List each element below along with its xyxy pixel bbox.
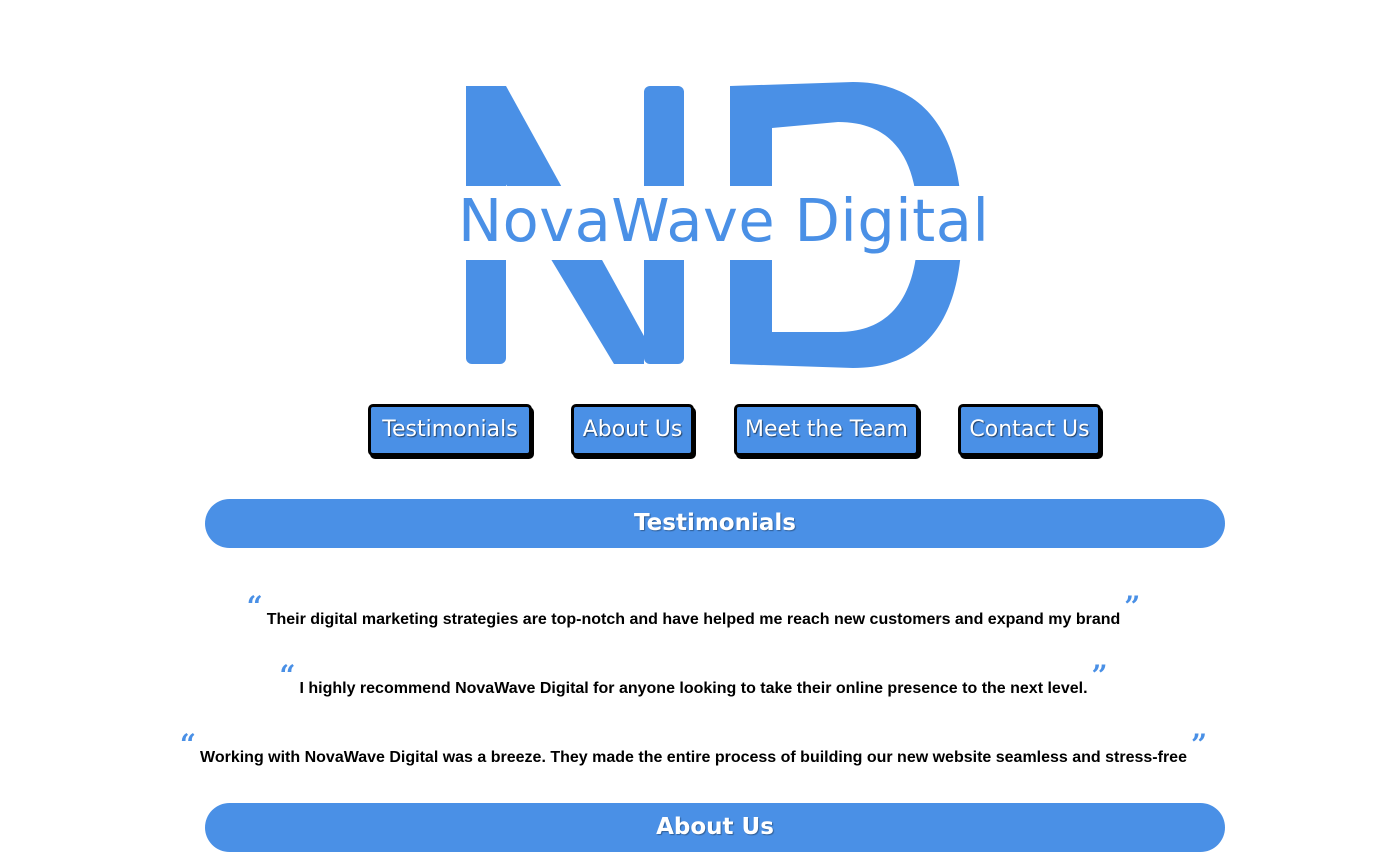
close-quote-icon: ”: [1124, 590, 1141, 623]
testimonial-item: “Working with NovaWave Digital was a bre…: [0, 728, 1387, 769]
testimonial-text: Their digital marketing strategies are t…: [266, 611, 1121, 628]
page: NovaWave Digital Testimonials About Us M…: [0, 0, 1387, 867]
nav-about-us-button[interactable]: About Us: [571, 404, 694, 456]
open-quote-icon: “: [246, 590, 263, 623]
main-nav: Testimonials About Us Meet the Team Cont…: [0, 404, 1387, 464]
brand-name: NovaWave Digital: [458, 186, 990, 255]
about-us-heading: About Us: [205, 803, 1225, 852]
brand-logo[interactable]: NovaWave Digital: [458, 78, 990, 370]
testimonial-item: “Their digital marketing strategies are …: [0, 590, 1387, 631]
nav-meet-the-team-button[interactable]: Meet the Team: [734, 404, 919, 456]
nav-contact-us-button[interactable]: Contact Us: [958, 404, 1101, 456]
testimonial-text: Working with NovaWave Digital was a bree…: [200, 749, 1187, 766]
open-quote-icon: “: [279, 659, 296, 692]
testimonials-heading: Testimonials: [205, 499, 1225, 548]
testimonial-text: I highly recommend NovaWave Digital for …: [299, 680, 1088, 697]
testimonial-item: “I highly recommend NovaWave Digital for…: [0, 659, 1387, 700]
close-quote-icon: ”: [1091, 659, 1108, 692]
close-quote-icon: ”: [1190, 728, 1208, 761]
nav-testimonials-button[interactable]: Testimonials: [368, 404, 532, 456]
open-quote-icon: “: [179, 728, 197, 761]
